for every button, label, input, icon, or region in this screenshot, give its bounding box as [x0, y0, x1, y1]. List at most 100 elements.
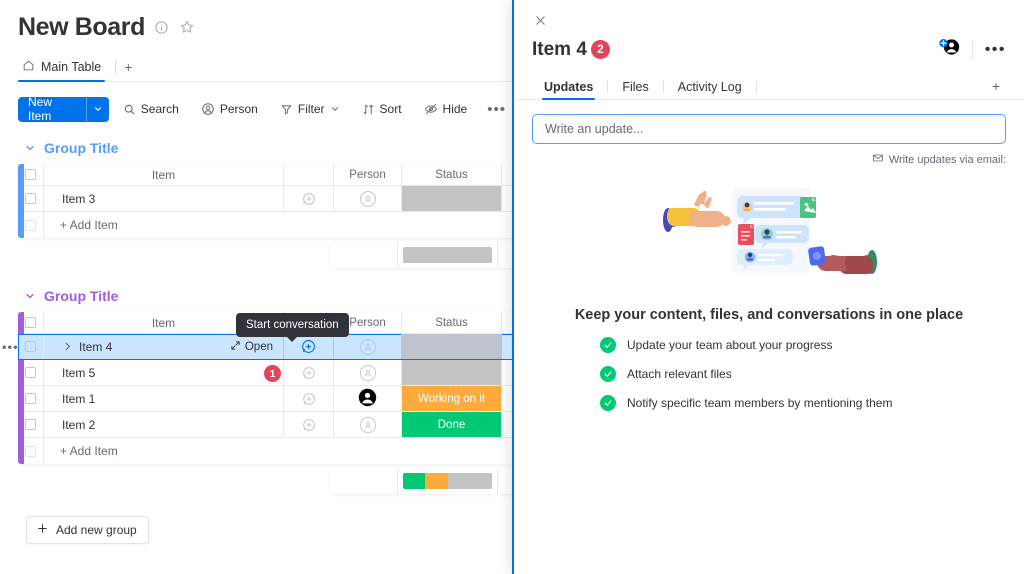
chat-add-icon — [301, 365, 317, 381]
person-filter-button[interactable]: Person — [193, 97, 266, 122]
board-title-row: New Board — [18, 10, 512, 44]
row-item-name[interactable]: Item 5 — [44, 360, 284, 385]
add-item-row[interactable]: + Add Item — [18, 438, 512, 464]
tab-updates[interactable]: Updates — [534, 80, 607, 100]
expand-arrows-icon — [230, 340, 241, 354]
row-person-cell[interactable] — [334, 412, 402, 437]
check-circle-icon — [600, 366, 616, 382]
toolbar-more-button[interactable]: ••• — [481, 97, 512, 122]
row-status-cell[interactable]: Working on it — [402, 386, 502, 411]
group-1-title-row[interactable]: Group Title — [24, 138, 512, 158]
status-segment-working — [425, 473, 448, 489]
tab-main-table[interactable]: Main Table — [18, 59, 111, 82]
summary-extra — [498, 468, 512, 494]
status-distribution-bar — [403, 473, 492, 489]
eye-off-icon — [424, 102, 438, 116]
column-header-person[interactable]: Person — [334, 164, 402, 185]
write-update-input[interactable]: Write an update... — [532, 114, 1006, 144]
search-icon — [123, 103, 136, 116]
summary-person — [330, 242, 398, 268]
row-status-cell[interactable] — [402, 334, 502, 359]
row-extra-cell — [502, 360, 512, 385]
email-link-label: Write updates via email: — [888, 153, 1006, 166]
row-chat-button[interactable] — [284, 386, 334, 411]
row-item-name[interactable]: Item 2 — [44, 412, 284, 437]
add-item-label[interactable]: + Add Item — [44, 212, 284, 238]
row-status-cell[interactable]: Done — [402, 412, 502, 437]
chat-add-icon — [301, 417, 317, 433]
row-person-cell[interactable] — [334, 186, 402, 211]
table-row[interactable]: Item 1 Working on it — [18, 386, 512, 412]
add-item-row[interactable]: + Add Item — [18, 212, 512, 238]
write-updates-via-email-link[interactable]: Write updates via email: — [532, 152, 1006, 167]
row-chat-button[interactable] — [284, 412, 334, 437]
row-extra-cell — [502, 186, 512, 211]
add-person-icon[interactable] — [938, 36, 960, 63]
group-1-table: Item Person Status Item 3 + Add Item — [18, 164, 512, 238]
updates-empty-state: Keep your content, files, and conversati… — [532, 175, 1006, 411]
row-status-cell[interactable] — [402, 360, 502, 385]
chevron-right-icon[interactable] — [62, 341, 73, 352]
summary-status[interactable] — [398, 242, 498, 268]
close-icon[interactable] — [532, 12, 548, 28]
row-person-avatar[interactable] — [334, 386, 402, 411]
summary-status[interactable] — [398, 468, 498, 494]
column-header-item[interactable]: Item — [44, 164, 284, 185]
check-circle-icon — [600, 337, 616, 353]
info-icon[interactable] — [154, 19, 170, 35]
row-menu-icon[interactable]: ••• — [2, 339, 19, 354]
panel-body: Write an update... Write updates via ema… — [514, 100, 1024, 574]
filter-button[interactable]: Filter — [272, 97, 348, 122]
column-header-extra — [502, 164, 512, 185]
list-item: Notify specific team members by mentioni… — [600, 395, 892, 411]
row-person-cell[interactable] — [334, 360, 402, 385]
chevron-down-icon[interactable] — [87, 97, 109, 122]
row-item-name-cell[interactable]: Item 4 Open — [44, 334, 284, 359]
bullet-label: Update your team about your progress — [627, 338, 833, 352]
chevron-down-icon[interactable] — [24, 142, 36, 154]
new-item-button[interactable]: New Item — [18, 96, 109, 122]
status-badge: Done — [402, 412, 501, 437]
hide-button[interactable]: Hide — [416, 97, 476, 122]
table-row[interactable]: Item 2 Done — [18, 412, 512, 438]
tab-activity-log[interactable]: Activity Log — [664, 80, 756, 100]
add-tab-button[interactable]: + — [124, 59, 132, 82]
chevron-down-icon[interactable] — [24, 290, 36, 302]
avatar — [358, 388, 377, 410]
chevron-down-icon[interactable] — [330, 104, 340, 114]
step-badge-1: 1 — [264, 365, 281, 382]
open-item-button[interactable]: Open — [230, 340, 283, 354]
column-header-status[interactable]: Status — [402, 164, 502, 185]
add-new-group-button[interactable]: Add new group — [26, 516, 149, 544]
row-status-cell[interactable] — [402, 186, 502, 211]
row-chat-button[interactable] — [284, 360, 334, 385]
row-item-name: Item 4 — [79, 339, 113, 354]
table-row-selected[interactable]: ••• Item 4 Open — [2, 334, 512, 360]
page-title: New Board — [18, 13, 145, 41]
table-row[interactable]: Item 3 — [18, 186, 512, 212]
star-icon[interactable] — [179, 19, 195, 35]
panel-tabs: Updates Files Activity Log + — [514, 74, 1024, 100]
row-item-name[interactable]: Item 1 — [44, 386, 284, 411]
panel-item-title[interactable]: Item 4 — [532, 39, 587, 61]
check-circle-icon — [600, 395, 616, 411]
search-label: Search — [140, 102, 179, 116]
board-toolbar: New Item Search Person Filter Sort Hide … — [0, 82, 512, 124]
row-item-name[interactable]: Item 3 — [44, 186, 284, 211]
panel-more-button[interactable]: ••• — [985, 41, 1006, 59]
add-item-label[interactable]: + Add Item — [44, 438, 284, 464]
sort-button[interactable]: Sort — [354, 97, 410, 122]
search-button[interactable]: Search — [115, 97, 187, 122]
column-header-status[interactable]: Status — [402, 312, 502, 333]
row-chat-button[interactable] — [284, 186, 334, 211]
list-item: Update your team about your progress — [600, 337, 892, 353]
add-panel-tab-button[interactable]: + — [992, 78, 1006, 100]
status-badge — [402, 334, 501, 359]
row-checkbox[interactable] — [18, 334, 44, 359]
filter-icon — [280, 103, 293, 116]
start-conversation-tooltip: Start conversation — [236, 313, 349, 337]
row-person-cell[interactable] — [334, 334, 402, 359]
tab-files[interactable]: Files — [608, 80, 662, 100]
group-2-title-row[interactable]: Group Title — [24, 286, 512, 306]
conversations-illustration — [663, 187, 877, 274]
